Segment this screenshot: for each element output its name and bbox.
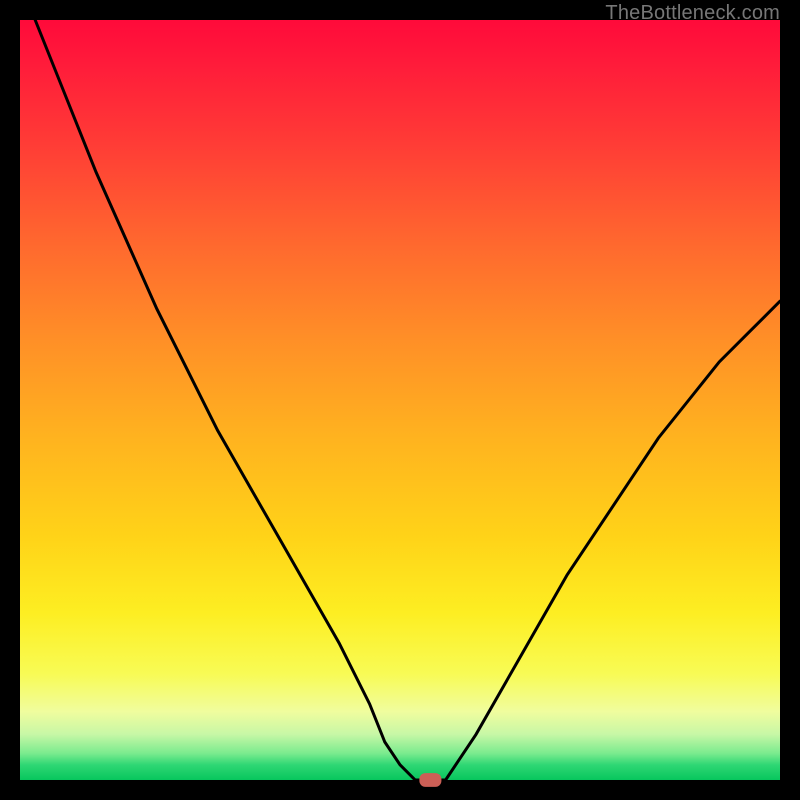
optimum-marker (419, 773, 441, 787)
chart-svg (20, 20, 780, 780)
chart-frame: TheBottleneck.com (0, 0, 800, 800)
bottleneck-curve (35, 20, 780, 780)
plot-area (20, 20, 780, 780)
